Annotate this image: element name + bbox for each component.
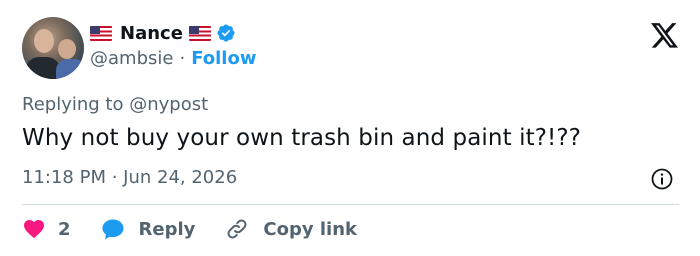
tweet-timestamp[interactable]: 11:18 PM · Jun 24, 2026 bbox=[22, 167, 237, 188]
verified-badge-icon bbox=[217, 24, 235, 42]
follow-button[interactable]: Follow bbox=[191, 48, 256, 69]
author-handle-row: @ambsie · Follow bbox=[90, 48, 256, 69]
reply-button[interactable]: Reply bbox=[101, 217, 196, 241]
divider bbox=[22, 204, 679, 205]
replying-to-handle[interactable]: @nypost bbox=[129, 94, 208, 115]
action-bar: 2 Reply Copy link bbox=[22, 216, 357, 242]
like-count: 2 bbox=[58, 218, 71, 240]
x-logo-icon[interactable] bbox=[651, 23, 679, 49]
avatar[interactable] bbox=[22, 17, 84, 79]
us-flag-icon bbox=[90, 25, 112, 41]
replying-to: Replying to @nypost bbox=[22, 94, 208, 115]
author-name-row: Nance bbox=[90, 21, 236, 45]
copy-link-button[interactable]: Copy link bbox=[225, 217, 357, 241]
us-flag-icon bbox=[188, 25, 211, 41]
author-display-name[interactable]: Nance bbox=[120, 23, 183, 44]
like-button[interactable]: 2 bbox=[22, 217, 71, 241]
separator-dot: · bbox=[179, 48, 186, 69]
link-icon bbox=[227, 219, 247, 239]
reply-bubble-icon bbox=[102, 219, 124, 240]
author-handle[interactable]: @ambsie bbox=[90, 48, 173, 69]
copy-link-label: Copy link bbox=[263, 218, 357, 240]
reply-label: Reply bbox=[138, 218, 196, 240]
tweet-text: Why not buy your own trash bin and paint… bbox=[22, 125, 581, 151]
heart-icon bbox=[24, 220, 44, 239]
info-icon[interactable] bbox=[650, 167, 674, 191]
replying-to-prefix: Replying to bbox=[22, 94, 130, 115]
